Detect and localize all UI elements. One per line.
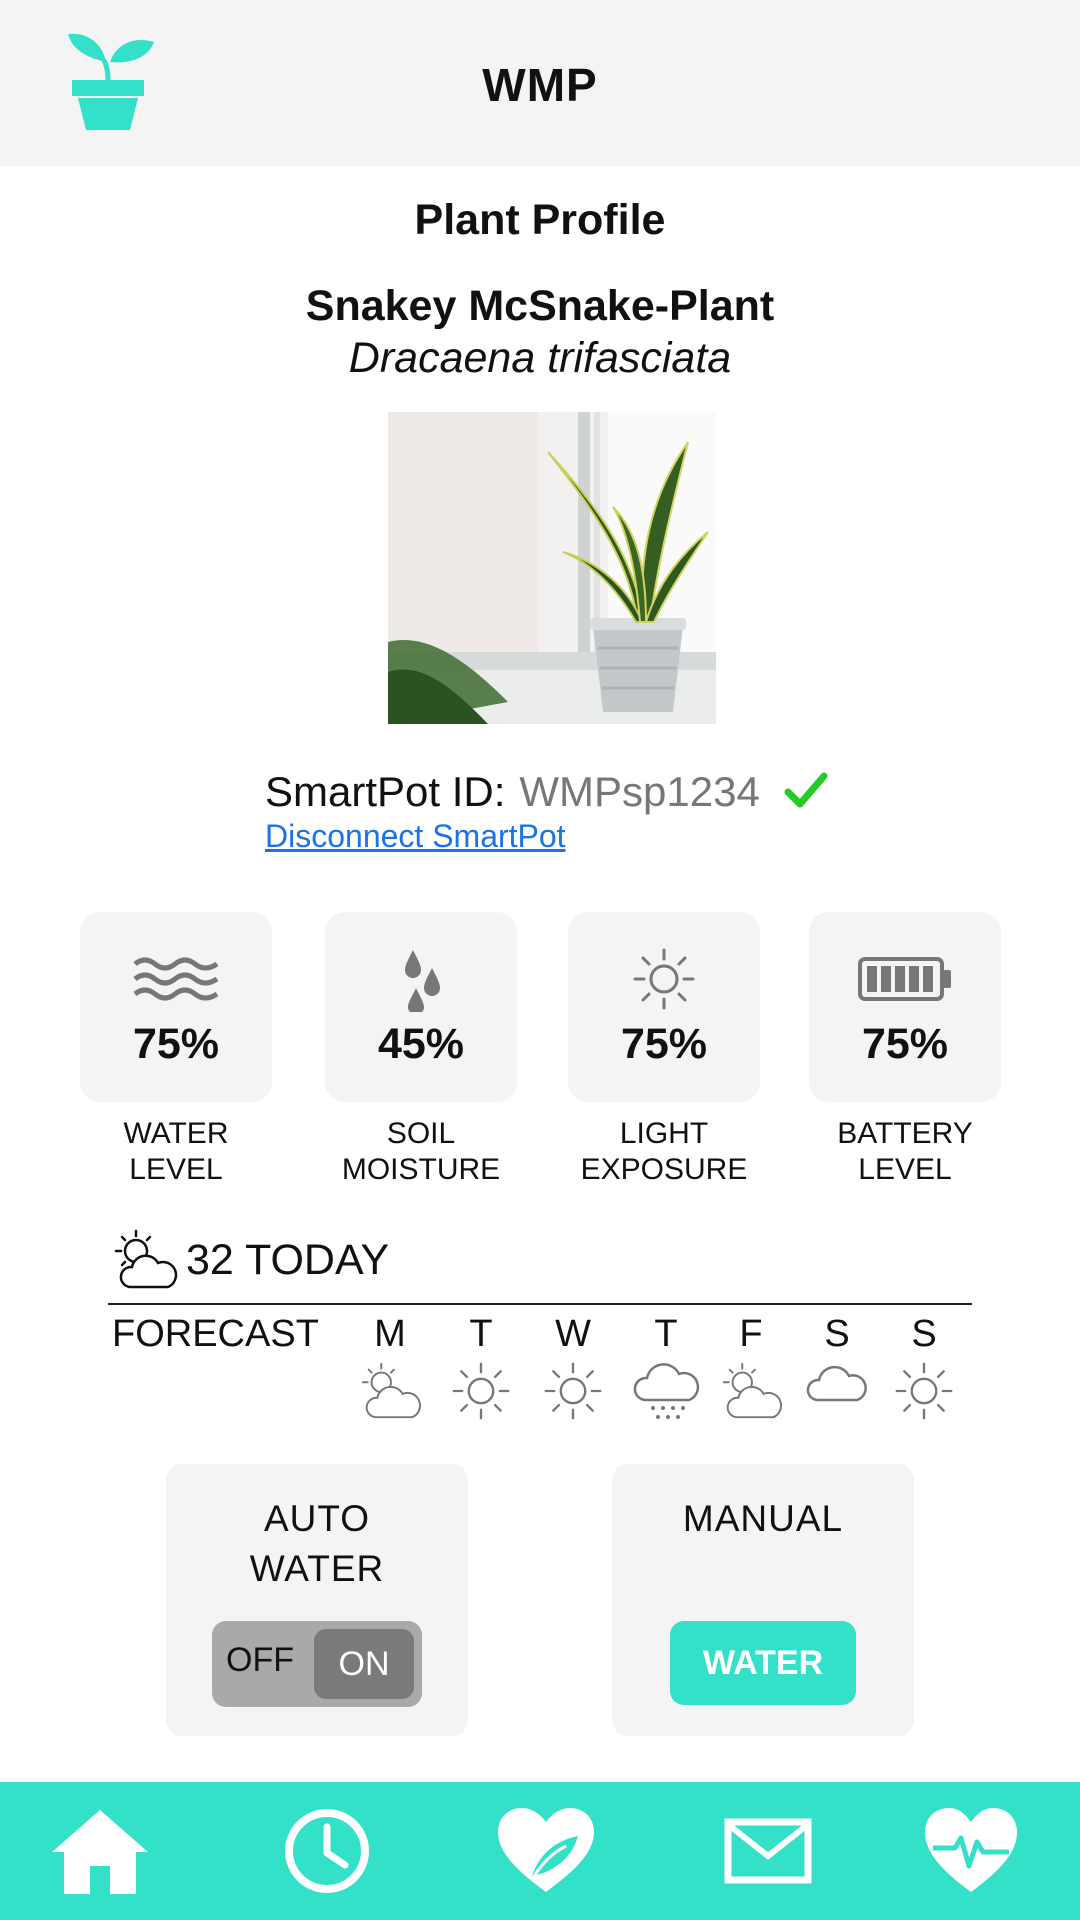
- home-icon: [52, 1810, 148, 1894]
- weather-today: 32 TODAY: [112, 1226, 389, 1294]
- smartpot-id-row: SmartPot ID: WMPsp1234: [265, 768, 828, 816]
- toggle-on-label[interactable]: ON: [314, 1629, 414, 1699]
- plant-photo: [388, 412, 716, 724]
- stat-label: LEVEL: [858, 1153, 952, 1186]
- toggle-off-label[interactable]: OFF: [226, 1641, 294, 1680]
- auto-water-toggle[interactable]: OFF ON: [212, 1621, 422, 1707]
- stat-value: 75%: [620, 1020, 708, 1068]
- weather-divider: [108, 1303, 972, 1305]
- sun-icon: [452, 1362, 510, 1420]
- app-title: WMP: [482, 59, 598, 111]
- sun-icon: [895, 1362, 953, 1420]
- forecast-day-label: F: [739, 1313, 763, 1355]
- forecast-day-label: W: [555, 1313, 591, 1355]
- weather-today-text: 32 TODAY: [186, 1235, 390, 1284]
- manual-water-panel: MANUAL WATER: [612, 1464, 914, 1736]
- smartpot-label: SmartPot ID:: [265, 768, 506, 815]
- stat-card: 75%: [809, 912, 1001, 1102]
- rain-cloud-icon: [633, 1363, 700, 1419]
- partly-cloudy-icon: [361, 1362, 422, 1419]
- stat-light-exposure: 75% LIGHT EXPOSURE: [568, 912, 760, 1188]
- sun-icon: [544, 1362, 602, 1420]
- sun-icon: [633, 948, 695, 1010]
- water-waves-icon: [133, 957, 219, 1001]
- plant-name: Snakey McSnake-Plant: [305, 282, 775, 330]
- forecast-label: FORECAST: [112, 1313, 319, 1355]
- forecast-day-label: S: [911, 1313, 937, 1355]
- stat-label: LIGHT: [619, 1117, 709, 1150]
- nav-history[interactable]: [272, 1798, 382, 1904]
- forecast-day: S: [797, 1313, 877, 1424]
- nav-plant-health[interactable]: [491, 1798, 601, 1904]
- stat-value: 75%: [861, 1020, 949, 1068]
- auto-water-panel: AUTO WATER OFF ON: [166, 1464, 468, 1736]
- page-title: Plant Profile: [414, 196, 666, 244]
- bottom-nav: [0, 1782, 1080, 1920]
- plant-heart-icon: [498, 1808, 594, 1892]
- battery-icon: [858, 957, 951, 1001]
- nav-vitals[interactable]: [916, 1798, 1026, 1904]
- stat-water-level: 75% WATER LEVEL: [80, 912, 272, 1188]
- forecast-day-label: T: [654, 1313, 678, 1355]
- cloud-icon: [806, 1365, 867, 1402]
- forecast-day: F: [711, 1313, 791, 1424]
- forecast-day: S: [884, 1313, 964, 1424]
- auto-water-title: AUTO: [263, 1498, 371, 1539]
- stat-card: 45%: [325, 912, 517, 1102]
- smartpot-id: WMPsp1234: [519, 768, 760, 815]
- mail-icon: [724, 1818, 812, 1884]
- forecast-day-label: T: [469, 1313, 493, 1355]
- nav-home[interactable]: [45, 1798, 155, 1904]
- stat-label: SOIL: [386, 1117, 456, 1150]
- stat-card: 75%: [568, 912, 760, 1102]
- auto-water-title: WATER: [249, 1548, 385, 1589]
- app-header: WMP: [0, 0, 1080, 166]
- stat-value: 75%: [132, 1020, 220, 1068]
- partly-cloudy-icon: [722, 1362, 783, 1419]
- stat-label: WATER: [123, 1117, 229, 1150]
- stat-card: 75%: [80, 912, 272, 1102]
- forecast-day: M: [350, 1313, 430, 1424]
- water-button[interactable]: WATER: [670, 1621, 856, 1705]
- forecast-day: T: [626, 1313, 706, 1424]
- manual-title: MANUAL: [682, 1498, 844, 1539]
- partly-cloudy-icon: [114, 1229, 178, 1289]
- stat-value: 45%: [377, 1020, 465, 1068]
- stat-label: LEVEL: [129, 1153, 223, 1186]
- stat-label: BATTERY: [837, 1117, 973, 1150]
- heart-pulse-icon: [925, 1808, 1017, 1892]
- droplets-icon: [405, 950, 440, 1012]
- clock-icon: [285, 1809, 369, 1893]
- forecast-day-label: M: [374, 1313, 406, 1355]
- stat-battery-level: 75% BATTERY LEVEL: [809, 912, 1001, 1188]
- stat-label: EXPOSURE: [580, 1153, 748, 1186]
- stat-soil-moisture: 45% SOIL MOISTURE: [325, 912, 517, 1188]
- forecast-day-label: S: [824, 1313, 850, 1355]
- forecast-day: W: [533, 1313, 613, 1424]
- forecast-day: T: [441, 1313, 521, 1424]
- check-icon: [784, 772, 828, 808]
- disconnect-smartpot-link[interactable]: Disconnect SmartPot: [265, 818, 566, 855]
- nav-messages[interactable]: [713, 1798, 823, 1904]
- plant-species: Dracaena trifasciata: [348, 334, 732, 382]
- plant-profile-screen: WMP Plant Profile Snakey McSnake-Plant D…: [0, 0, 1080, 1920]
- stat-label: MOISTURE: [341, 1153, 501, 1186]
